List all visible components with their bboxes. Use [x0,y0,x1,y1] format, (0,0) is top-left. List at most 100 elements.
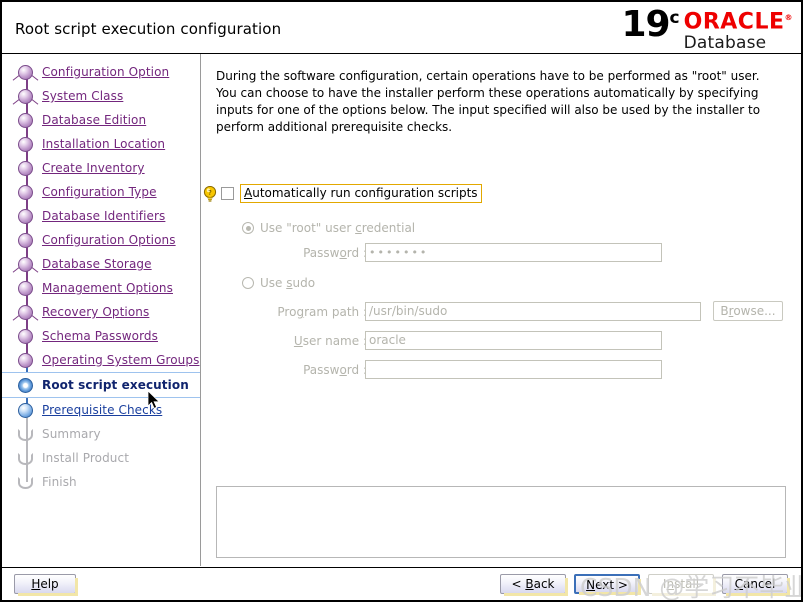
purple-bullet-icon [18,233,33,248]
auto-run-scripts-row: ? Automatically run configuration script… [203,184,482,203]
help-button[interactable]: Help [14,574,76,594]
sidebar-item-operating-system-groups[interactable]: Operating System Groups [2,348,200,372]
sidebar-item-system-class[interactable]: System Class [2,84,200,108]
browse-label-pre: B [720,304,728,318]
sidebar-item-label: Configuration Options [42,233,176,247]
logo-brand: ORACLE® [684,7,793,33]
oracle-logo: 19c ORACLE® Database [621,4,793,52]
purple-bullet-icon [18,305,33,320]
logo-product: Database [684,34,767,53]
sidebar-item-database-storage[interactable]: Database Storage [2,252,200,276]
sidebar-item-configuration-option[interactable]: Configuration Option [2,60,200,84]
sidebar-item-database-edition[interactable]: Database Edition [2,108,200,132]
sidebar-item-label: Configuration Option [42,65,169,79]
use-root-credential-row[interactable]: Use "root" user credential [242,221,415,235]
logo-version: 19c [621,4,678,46]
next-button[interactable]: Next > [574,574,640,594]
blue-bullet-icon [18,403,33,418]
sidebar-item-root-script-execution[interactable]: Root script execution [2,372,200,398]
sudo-password-input[interactable] [365,360,662,379]
purple-bullet-icon [18,281,33,296]
use-sudo-row[interactable]: Use sudo [242,276,315,290]
user-name-label-rest: ser name : [303,334,367,348]
next-mnemonic: N [586,578,595,592]
sudo-pw-label-pre: Passw [303,363,339,377]
navigation-sidebar: Configuration Option System Class Database… [2,54,201,566]
sudo-pw-mnemonic: o [339,363,346,377]
pending-step-icon [18,429,33,441]
install-mnemonic: n [666,577,674,591]
pending-step-icon [18,477,33,489]
main-content: During the software configuration, certa… [202,54,801,566]
purple-bullet-icon [18,137,33,152]
sidebar-item-label: System Class [42,89,123,103]
sidebar-item-label: Summary [42,427,101,441]
auto-run-scripts-checkbox[interactable] [221,187,234,200]
logo-brand-text: ORACLE [684,9,785,34]
user-name-label: User name : [264,334,367,348]
back-mnemonic: B [525,577,533,591]
registered-icon: ® [785,13,794,22]
window-footer: Help < Back Next > Install Cancel [2,567,801,600]
sidebar-item-management-options[interactable]: Management Options [2,276,200,300]
next-label-rest: ext > [595,578,628,592]
lightbulb-icon: ? [203,186,217,202]
root-cred-label-rest: redential [362,221,415,235]
cancel-button[interactable]: Cancel [722,574,788,594]
back-label-pre: < [511,577,525,591]
sidebar-item-label: Root script execution [42,378,189,392]
program-path-label: Program path : [250,305,367,319]
svg-text:?: ? [208,189,212,197]
auto-run-label-rest: utomatically run configuration scripts [252,186,477,200]
user-name-value: oracle [369,333,406,347]
sidebar-item-schema-passwords[interactable]: Schema Passwords [2,324,200,348]
intro-text: During the software configuration, certa… [216,68,782,136]
root-pw-mnemonic: o [339,246,346,260]
root-password-input[interactable]: ••••••• [365,243,662,262]
browse-button[interactable]: Browse... [713,301,783,321]
auto-run-scripts-label[interactable]: Automatically run configuration scripts [240,184,482,203]
sudo-label-rest: udo [293,276,316,290]
auto-run-mnemonic: A [244,186,252,200]
window-header: Root script execution configuration 19c … [2,2,801,54]
logo-version-suffix: c [670,8,679,28]
sudo-pw-label-rest: rd : [347,363,367,377]
back-button[interactable]: < Back [500,574,566,594]
purple-bullet-icon [18,209,33,224]
install-button: Install [648,574,714,594]
user-name-mnemonic: U [294,334,303,348]
program-path-input[interactable]: /usr/bin/sudo [365,302,701,321]
root-pw-label-pre: Passw [303,246,339,260]
sidebar-item-prerequisite-checks[interactable]: Prerequisite Checks [2,398,200,422]
sidebar-item-configuration-type[interactable]: Configuration Type [2,180,200,204]
output-panel [216,486,786,558]
sidebar-item-installation-location[interactable]: Installation Location [2,132,200,156]
purple-bullet-icon [18,161,33,176]
page-title: Root script execution configuration [15,20,281,38]
sidebar-item-database-identifiers[interactable]: Database Identifiers [2,204,200,228]
program-path-value: /usr/bin/sudo [369,304,447,318]
sidebar-item-label: Recovery Options [42,305,149,319]
help-mnemonic: H [31,577,40,591]
use-root-credential-radio[interactable] [242,222,254,234]
user-name-input[interactable]: oracle [365,331,662,350]
sidebar-item-recovery-options[interactable]: Recovery Options [2,300,200,324]
purple-bullet-icon [18,257,33,272]
current-step-ring-icon [18,378,33,393]
back-label-rest: ack [534,577,555,591]
sidebar-item-label: Install Product [42,451,129,465]
logo-text-block: ORACLE® Database [684,7,793,53]
sidebar-item-label: Create Inventory [42,161,145,175]
navigation-step-list: Configuration Option System Class Database… [2,54,200,494]
use-sudo-radio[interactable] [242,277,254,289]
root-password-value: ••••••• [369,246,428,259]
oracle-installer-window: Root script execution configuration 19c … [0,0,803,602]
sidebar-item-install-product: Install Product [2,446,200,470]
sidebar-item-configuration-options[interactable]: Configuration Options [2,228,200,252]
sidebar-item-label: Database Identifiers [42,209,165,223]
sidebar-item-create-inventory[interactable]: Create Inventory [2,156,200,180]
root-password-label: Password : [262,246,367,260]
sidebar-item-label: Installation Location [42,137,165,151]
sidebar-item-label: Management Options [42,281,173,295]
sidebar-item-label: Database Storage [42,257,152,271]
